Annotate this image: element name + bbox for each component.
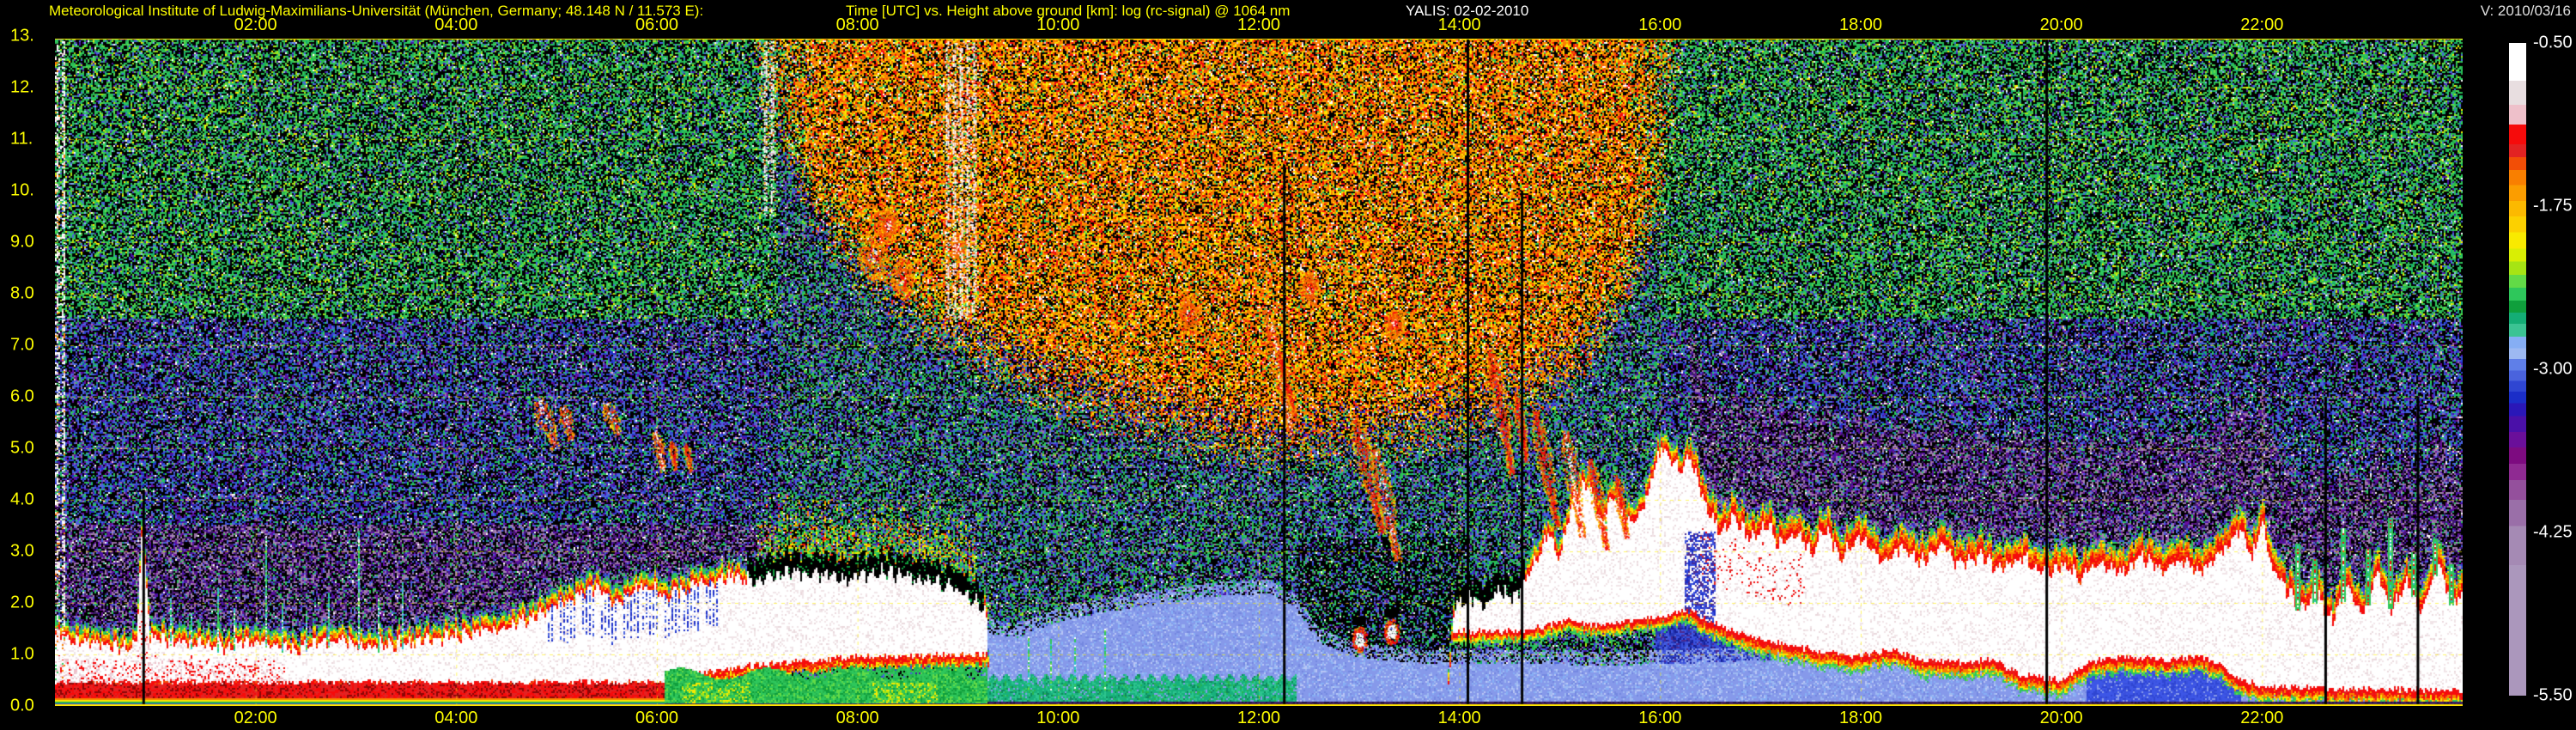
time-tick-bottom: 16:00 [1638, 709, 1681, 728]
version-stamp: V: 2010/03/16 [2481, 3, 2571, 19]
time-tick-top: 16:00 [1638, 15, 1681, 35]
time-tick-bottom: 06:00 [635, 709, 678, 728]
height-tick: 13. [10, 27, 34, 46]
height-tick: 3.0 [10, 542, 34, 562]
height-tick: 10. [10, 181, 34, 201]
height-tick: 11. [10, 130, 33, 149]
height-tick: 7.0 [10, 336, 34, 356]
time-tick-bottom: 20:00 [2040, 709, 2083, 728]
height-tick: 5.0 [10, 439, 34, 459]
time-tick-top: 18:00 [1839, 15, 1882, 35]
height-tick: 2.0 [10, 593, 34, 613]
time-tick-top: 02:00 [234, 15, 277, 35]
height-tick: 1.0 [10, 645, 34, 665]
time-tick-top: 08:00 [836, 15, 879, 35]
time-tick-top: 14:00 [1438, 15, 1481, 35]
colorbar-tick-label: -4.25 [2533, 523, 2573, 543]
colorbar-tick-label: -3.00 [2533, 360, 2573, 380]
time-tick-top: 12:00 [1237, 15, 1280, 35]
time-tick-top: 22:00 [2240, 15, 2283, 35]
lidar-quicklook-screen: Meteorological Institute of Ludwig-Maxim… [0, 0, 2576, 730]
time-tick-bottom: 14:00 [1438, 709, 1481, 728]
colorbar-tick-label: -1.75 [2533, 197, 2573, 216]
time-tick-top: 10:00 [1036, 15, 1079, 35]
colorbar-tick-label: -5.50 [2533, 686, 2573, 706]
height-tick: 6.0 [10, 387, 34, 407]
time-tick-bottom: 10:00 [1036, 709, 1079, 728]
time-tick-bottom: 22:00 [2240, 709, 2283, 728]
height-tick: 4.0 [10, 490, 34, 510]
height-tick: 0.0 [10, 697, 34, 716]
colorbar [2509, 43, 2526, 696]
colorbar-tick-label: -0.50 [2533, 33, 2573, 53]
height-tick: 8.0 [10, 284, 34, 304]
time-tick-bottom: 04:00 [434, 709, 477, 728]
time-tick-bottom: 12:00 [1237, 709, 1280, 728]
height-tick: 12. [10, 78, 34, 98]
time-tick-bottom: 18:00 [1839, 709, 1882, 728]
time-tick-top: 04:00 [434, 15, 477, 35]
height-tick: 9.0 [10, 233, 34, 252]
time-tick-top: 20:00 [2040, 15, 2083, 35]
lidar-heatmap-canvas [55, 39, 2463, 706]
time-tick-bottom: 02:00 [234, 709, 277, 728]
time-tick-top: 06:00 [635, 15, 678, 35]
time-tick-bottom: 08:00 [836, 709, 879, 728]
institute-title: Meteorological Institute of Ludwig-Maxim… [49, 3, 703, 19]
